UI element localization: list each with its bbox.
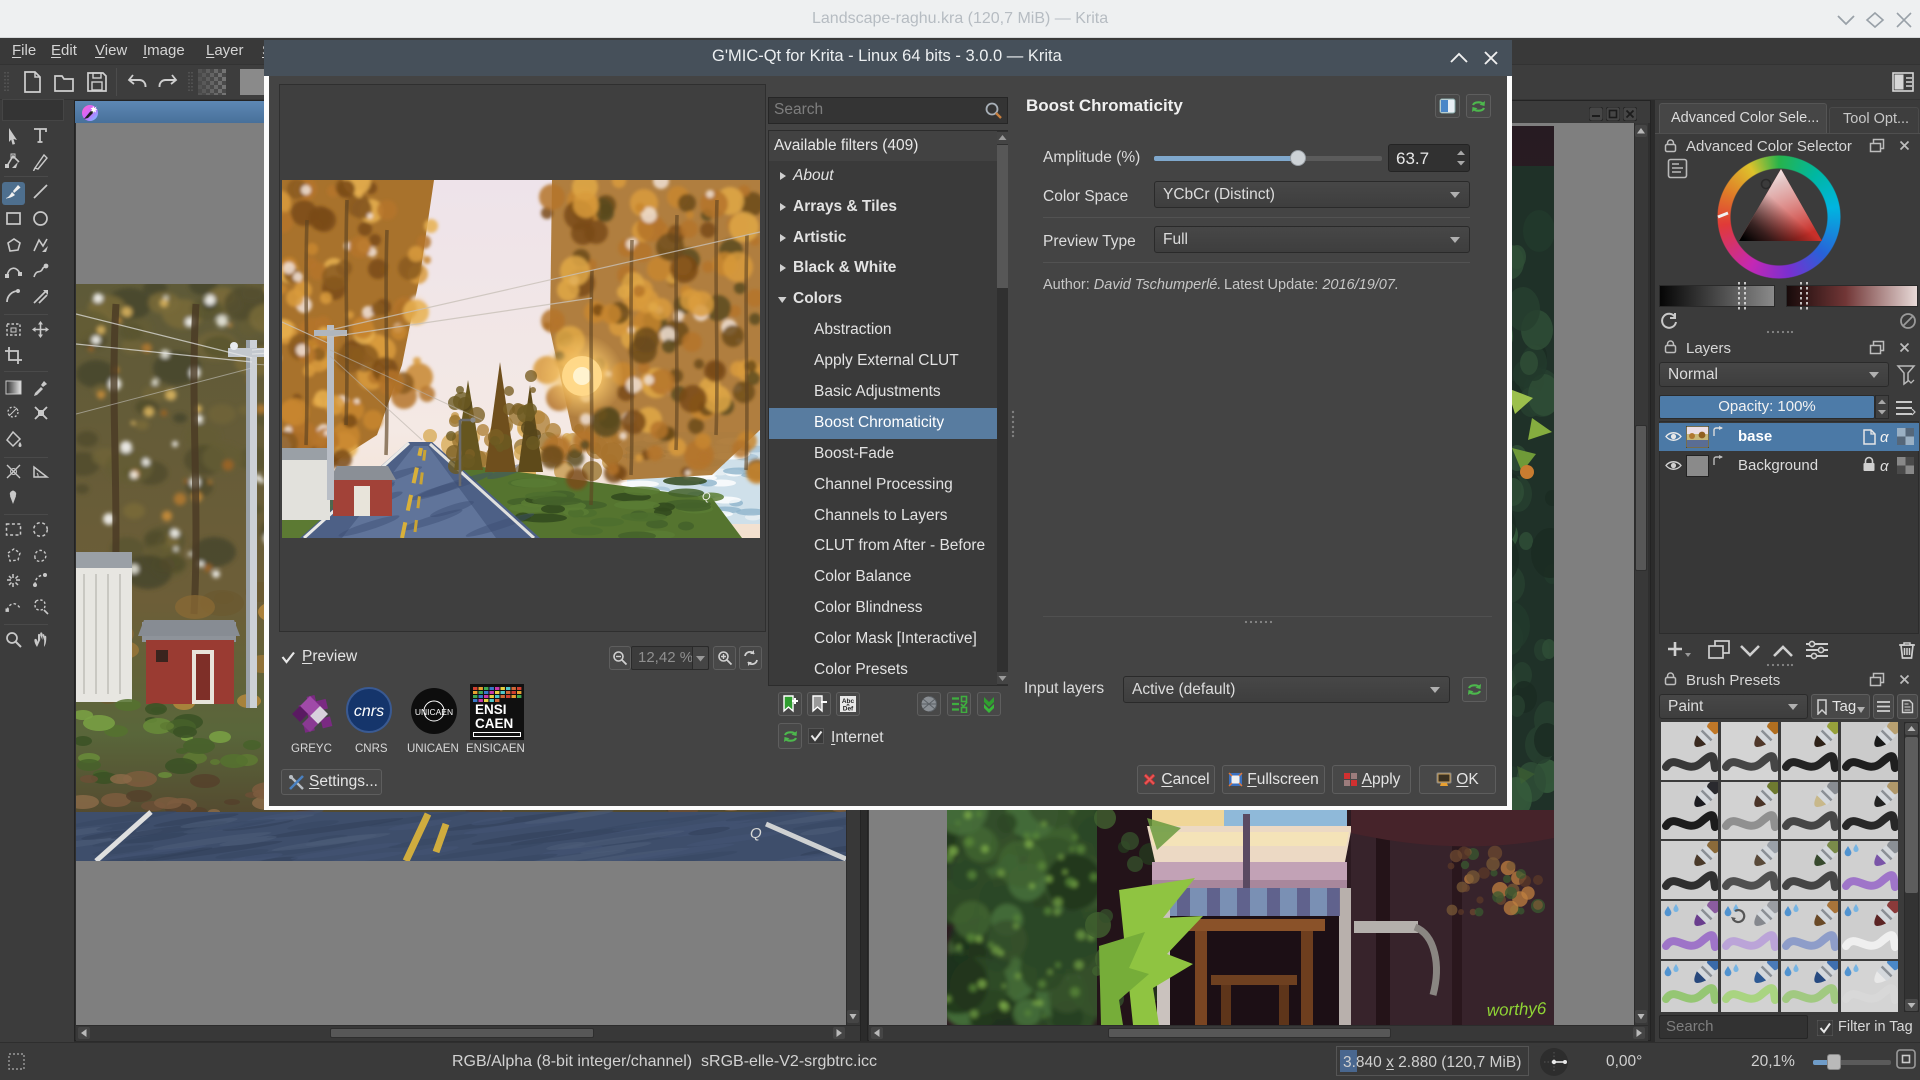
svg-text:Def: Def	[843, 706, 854, 713]
svg-text:UNICAEN: UNICAEN	[415, 707, 453, 717]
svg-text:ENSI: ENSI	[475, 702, 507, 717]
svg-text:cnrs: cnrs	[354, 703, 384, 720]
svg-text:Q: Q	[750, 825, 762, 842]
svg-text:worthy6: worthy6	[1486, 999, 1547, 1020]
svg-text:CAEN: CAEN	[475, 716, 513, 731]
svg-text:Q: Q	[702, 491, 711, 503]
